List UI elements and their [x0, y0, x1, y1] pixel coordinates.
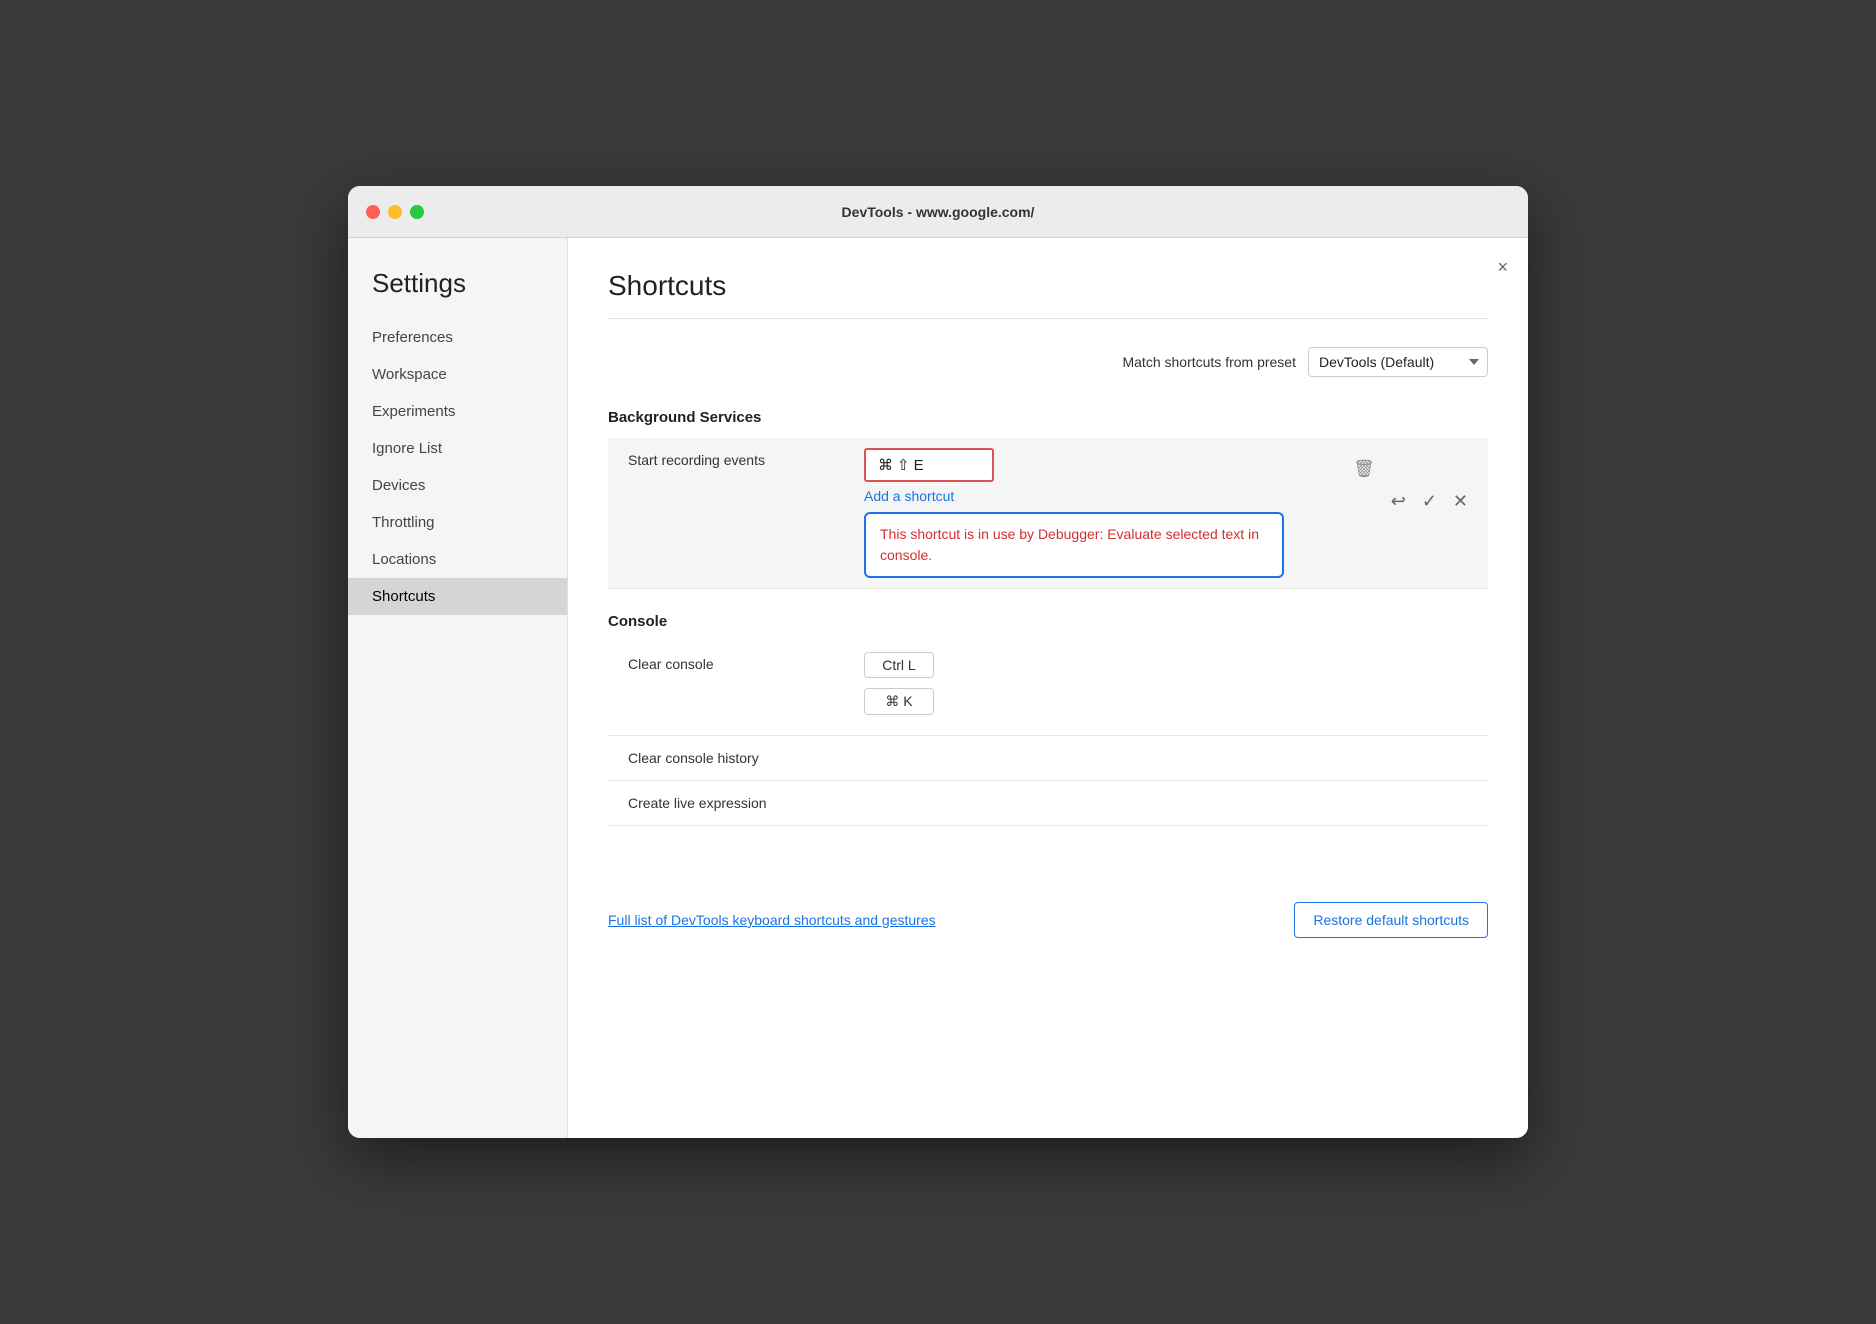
- key-row: Ctrl L: [864, 652, 1332, 684]
- full-list-link[interactable]: Full list of DevTools keyboard shortcuts…: [608, 912, 936, 928]
- window-title: DevTools - www.google.com/: [842, 204, 1035, 220]
- key-badge: ⌘ K: [864, 688, 934, 715]
- shortcut-name: Clear console history: [608, 736, 848, 781]
- keys-wrapper: Ctrl L ⌘ K: [864, 652, 1332, 725]
- close-window-button[interactable]: [366, 205, 380, 219]
- sidebar-item-locations[interactable]: Locations: [348, 541, 567, 578]
- footer-row: Full list of DevTools keyboard shortcuts…: [608, 886, 1488, 938]
- sidebar-item-workspace[interactable]: Workspace: [348, 356, 567, 393]
- error-text: This shortcut is in use by Debugger: Eva…: [880, 526, 1259, 563]
- close-panel-button[interactable]: ×: [1497, 258, 1508, 276]
- shortcut-keys-cell: Ctrl L ⌘ K: [848, 642, 1348, 736]
- preset-label: Match shortcuts from preset: [1122, 354, 1296, 370]
- cancel-shortcut-button[interactable]: ✕: [1449, 488, 1472, 514]
- titlebar: DevTools - www.google.com/: [348, 186, 1528, 238]
- background-services-table: Start recording events ⌘ ⇧ E Add a short…: [608, 438, 1488, 589]
- content-area: Settings Preferences Workspace Experimen…: [348, 238, 1528, 1138]
- table-row: Start recording events ⌘ ⇧ E Add a short…: [608, 438, 1488, 589]
- console-section: Console Clear console Ctrl L: [608, 613, 1488, 826]
- shift-symbol: ⇧: [897, 456, 910, 474]
- key-row: ⌘ K: [864, 688, 1332, 721]
- cmd-symbol: ⌘: [878, 456, 893, 474]
- table-row: Clear console history: [608, 736, 1488, 781]
- sidebar-item-preferences[interactable]: Preferences: [348, 319, 567, 356]
- shortcut-actions: [1348, 781, 1488, 826]
- background-services-section: Background Services Start recording even…: [608, 409, 1488, 589]
- title-divider: [608, 318, 1488, 319]
- shortcut-name: Clear console: [608, 642, 848, 736]
- sidebar: Settings Preferences Workspace Experimen…: [348, 238, 568, 1138]
- shortcut-name: Start recording events: [608, 438, 848, 589]
- key-badge: Ctrl L: [864, 652, 934, 678]
- background-services-title: Background Services: [608, 409, 1488, 426]
- page-title: Shortcuts: [608, 270, 1488, 302]
- preset-row: Match shortcuts from preset DevTools (De…: [608, 347, 1488, 377]
- delete-shortcut-button[interactable]: 🗑: [1349, 456, 1379, 481]
- error-tooltip: This shortcut is in use by Debugger: Eva…: [864, 512, 1284, 578]
- sidebar-title: Settings: [348, 268, 567, 319]
- sidebar-item-devices[interactable]: Devices: [348, 467, 567, 504]
- minimize-window-button[interactable]: [388, 205, 402, 219]
- preset-select[interactable]: DevTools (Default) Visual Studio Code: [1308, 347, 1488, 377]
- sidebar-item-throttling[interactable]: Throttling: [348, 504, 567, 541]
- shortcut-keys-cell: [848, 781, 1348, 826]
- window-controls: [366, 205, 424, 219]
- table-row: Clear console Ctrl L ⌘ K: [608, 642, 1488, 736]
- add-shortcut-link[interactable]: Add a shortcut: [864, 488, 1317, 504]
- confirm-shortcut-button[interactable]: ✓: [1418, 488, 1441, 514]
- sidebar-item-ignore-list[interactable]: Ignore List: [348, 430, 567, 467]
- key-input-wrapper: ⌘ ⇧ E Add a shortcut This shortcut is in…: [864, 448, 1317, 578]
- restore-defaults-button[interactable]: Restore default shortcuts: [1294, 902, 1488, 938]
- table-row: Create live expression: [608, 781, 1488, 826]
- sidebar-item-experiments[interactable]: Experiments: [348, 393, 567, 430]
- action-icons-row: 🗑 ↩ ✓ ✕: [1349, 448, 1472, 514]
- shortcut-keys-cell: [848, 736, 1348, 781]
- console-table: Clear console Ctrl L ⌘ K: [608, 642, 1488, 826]
- key-letter: E: [914, 457, 924, 474]
- shortcut-actions: 🗑 ↩ ✓ ✕: [1333, 438, 1488, 589]
- sidebar-item-shortcuts[interactable]: Shortcuts: [348, 578, 567, 615]
- shortcut-actions: [1348, 642, 1488, 736]
- console-title: Console: [608, 613, 1488, 630]
- undo-shortcut-button[interactable]: ↩: [1387, 488, 1410, 514]
- devtools-window: DevTools - www.google.com/ Settings Pref…: [348, 186, 1528, 1138]
- shortcut-input-box[interactable]: ⌘ ⇧ E: [864, 448, 994, 482]
- shortcut-name: Create live expression: [608, 781, 848, 826]
- shortcut-keys-cell: ⌘ ⇧ E Add a shortcut This shortcut is in…: [848, 438, 1333, 589]
- maximize-window-button[interactable]: [410, 205, 424, 219]
- shortcut-actions: [1348, 736, 1488, 781]
- main-panel: × Shortcuts Match shortcuts from preset …: [568, 238, 1528, 1138]
